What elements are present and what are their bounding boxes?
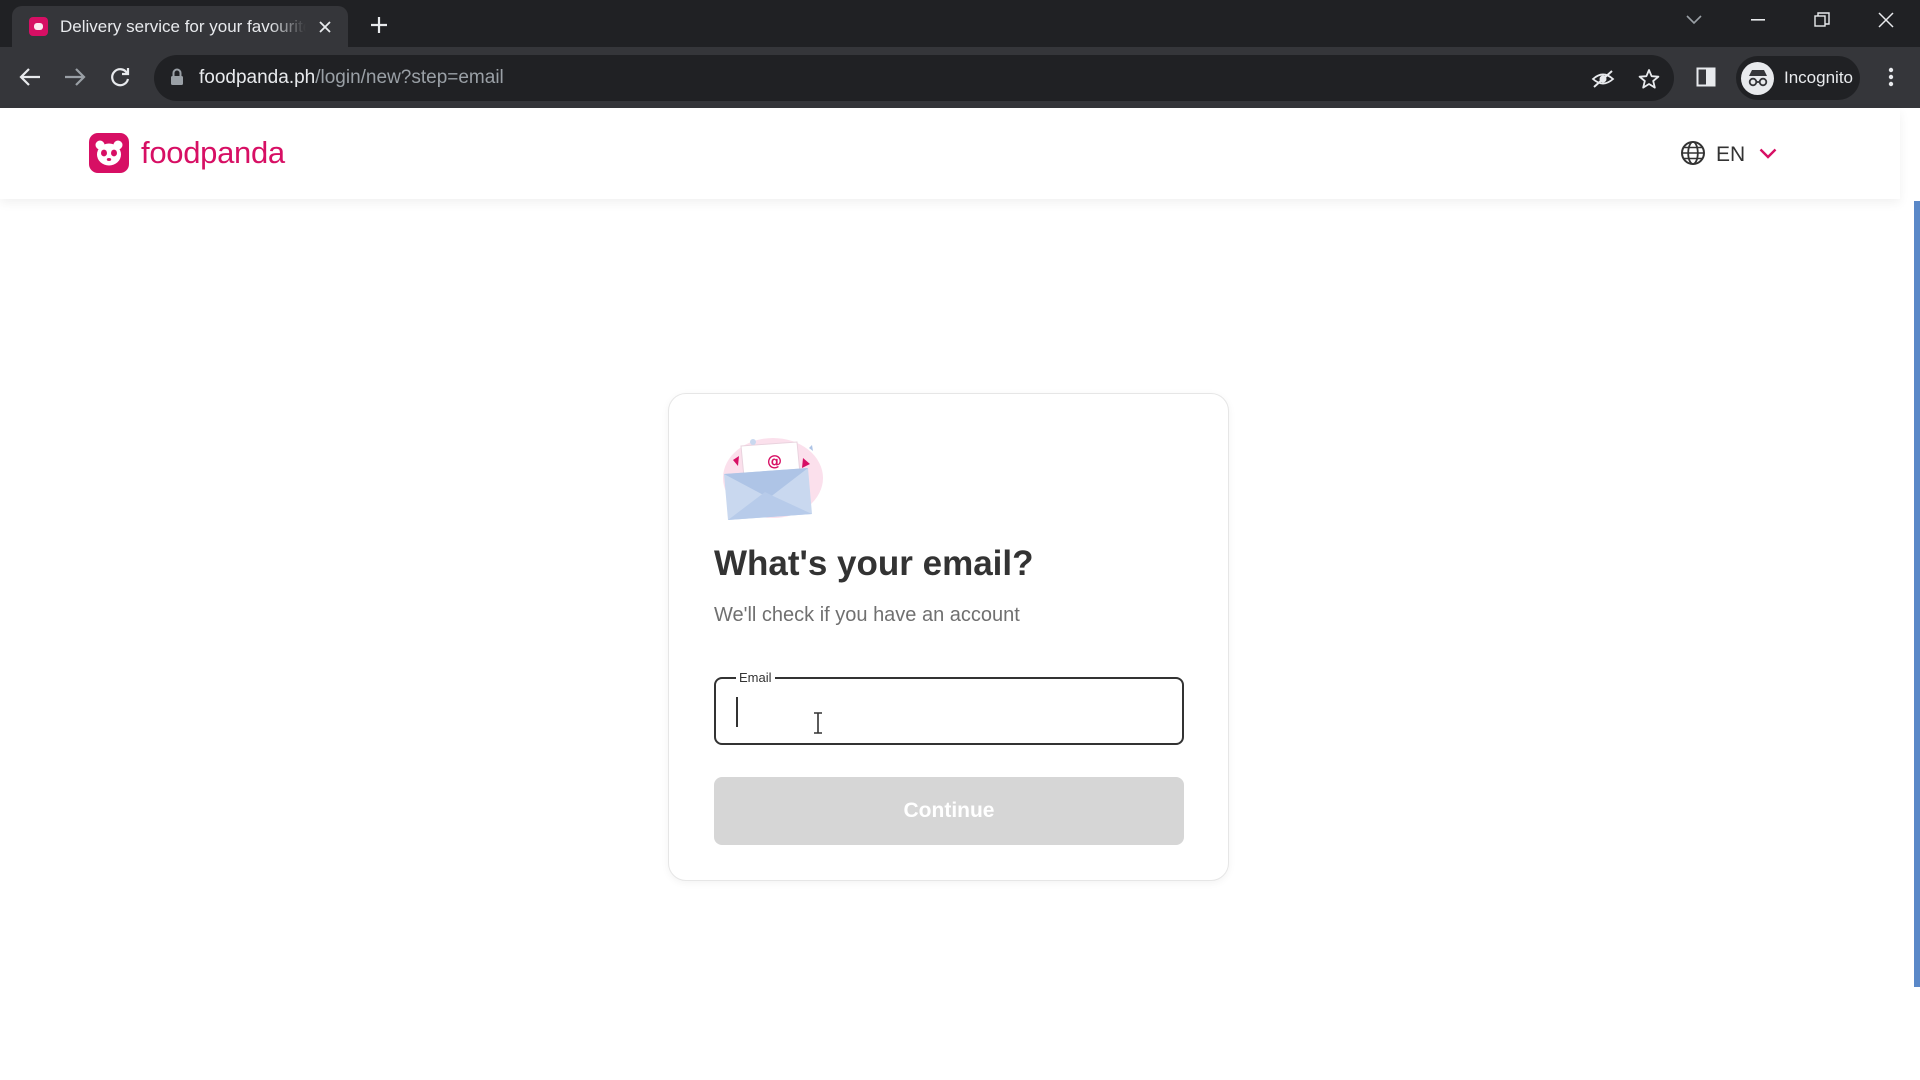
url-text[interactable]: foodpanda.ph/login/new?step=email bbox=[199, 67, 504, 89]
close-tab-icon[interactable] bbox=[314, 16, 336, 38]
incognito-label: Incognito bbox=[1784, 68, 1853, 87]
globe-icon bbox=[1680, 140, 1706, 171]
browser-tab-strip: Delivery service for your favourite food bbox=[0, 0, 1920, 47]
scrollbar[interactable] bbox=[1914, 201, 1920, 987]
star-icon[interactable] bbox=[1636, 66, 1662, 92]
page-subtitle: We'll check if you have an account bbox=[714, 604, 1020, 626]
continue-button[interactable]: Continue bbox=[714, 777, 1184, 845]
back-icon[interactable] bbox=[14, 61, 46, 93]
eye-off-icon[interactable] bbox=[1590, 66, 1616, 92]
close-window-button[interactable] bbox=[1854, 0, 1918, 40]
site-header: foodpanda EN bbox=[0, 108, 1900, 199]
new-tab-button[interactable] bbox=[366, 12, 392, 38]
email-field-label: Email bbox=[736, 669, 775, 687]
tab-title: Delivery service for your favourite food bbox=[60, 16, 306, 36]
foodpanda-favicon-icon bbox=[29, 17, 48, 36]
logo-text: foodpanda bbox=[141, 135, 285, 170]
minimize-button[interactable] bbox=[1726, 0, 1790, 40]
tab-search-icon[interactable] bbox=[1662, 0, 1726, 40]
address-bar[interactable]: foodpanda.ph/login/new?step=email bbox=[154, 55, 1674, 101]
url-host: foodpanda.ph bbox=[199, 67, 316, 88]
forward-icon[interactable] bbox=[59, 61, 91, 93]
menu-icon[interactable] bbox=[1876, 62, 1906, 92]
incognito-icon bbox=[1741, 61, 1774, 95]
text-caret bbox=[736, 697, 738, 727]
language-code: EN bbox=[1716, 143, 1746, 166]
chevron-down-icon bbox=[1759, 146, 1777, 164]
restore-button[interactable] bbox=[1790, 0, 1854, 40]
text-cursor-icon bbox=[812, 712, 824, 739]
page-title: What's your email? bbox=[714, 544, 1034, 583]
browser-toolbar: foodpanda.ph/login/new?step=email Incogn… bbox=[0, 47, 1920, 108]
foodpanda-logo-icon bbox=[89, 133, 129, 173]
page-viewport: foodpanda EN @ What's your email? We'll … bbox=[0, 108, 1920, 1080]
email-input[interactable] bbox=[734, 693, 1164, 729]
foodpanda-logo[interactable]: foodpanda bbox=[89, 133, 285, 173]
browser-tab[interactable]: Delivery service for your favourite food bbox=[12, 6, 348, 47]
side-panel-icon[interactable] bbox=[1691, 62, 1721, 92]
email-login-card: @ What's your email? We'll check if you … bbox=[668, 393, 1229, 881]
url-path: /login/new?step=email bbox=[315, 67, 504, 88]
lock-icon[interactable] bbox=[170, 68, 184, 91]
language-selector[interactable]: EN bbox=[1680, 138, 1777, 172]
email-field[interactable]: Email bbox=[714, 669, 1184, 745]
envelope-icon: @ bbox=[713, 436, 825, 526]
svg-text:@: @ bbox=[767, 452, 782, 470]
reload-icon[interactable] bbox=[104, 61, 136, 93]
incognito-profile-button[interactable]: Incognito bbox=[1736, 56, 1860, 100]
